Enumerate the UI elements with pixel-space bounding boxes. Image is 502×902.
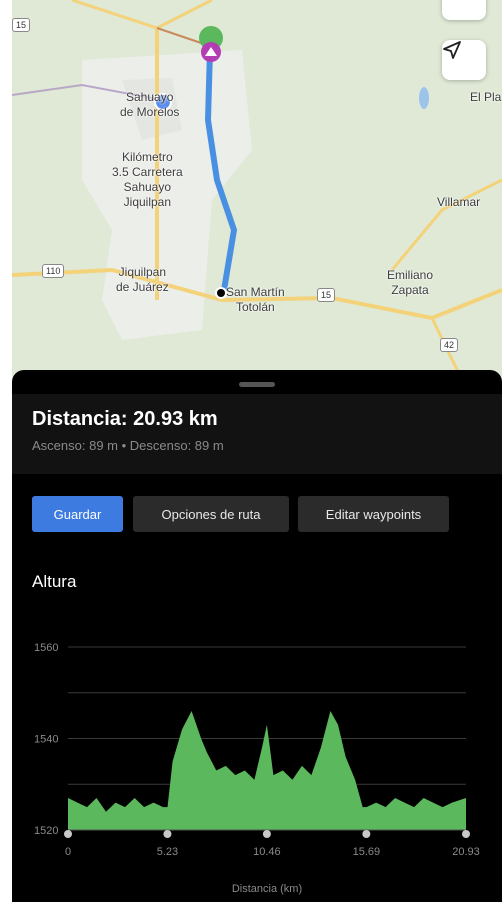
map-layers-button[interactable] bbox=[442, 0, 486, 20]
x-tick-marker bbox=[462, 830, 470, 838]
road-shield-42: 42 bbox=[440, 338, 459, 352]
lake-shape bbox=[419, 87, 429, 109]
map-background bbox=[12, 0, 502, 380]
label-sahuayo: Sahuayo de Morelos bbox=[120, 90, 180, 119]
road-shield-15b: 15 bbox=[317, 288, 336, 302]
navigation-arrow-icon bbox=[443, 41, 461, 59]
y-tick-label: 1540 bbox=[34, 734, 58, 746]
map-canvas[interactable] bbox=[12, 0, 502, 380]
x-tick-label: 15.69 bbox=[353, 846, 381, 858]
save-button[interactable]: Guardar bbox=[32, 496, 123, 532]
distance-title: Distancia: 20.93 km bbox=[32, 408, 218, 430]
locate-button[interactable] bbox=[442, 40, 486, 80]
x-tick-marker bbox=[64, 830, 72, 838]
x-tick-label: 20.93 bbox=[452, 846, 480, 858]
road-shield-110: 110 bbox=[42, 264, 65, 278]
road-shield-15: 15 bbox=[12, 18, 31, 32]
x-tick-label: 5.23 bbox=[157, 846, 178, 858]
label-kilometro: Kilómetro 3.5 Carretera Sahuayo Jiquilpa… bbox=[112, 150, 183, 209]
route-summary: Distancia: 20.93 km Ascenso: 89 m • Desc… bbox=[12, 394, 502, 474]
sheet-drag-handle[interactable] bbox=[239, 382, 275, 387]
x-tick-marker bbox=[163, 830, 172, 838]
x-tick-marker bbox=[362, 830, 371, 838]
route-sheet: Distancia: 20.93 km Ascenso: 89 m • Desc… bbox=[12, 370, 502, 902]
map-view[interactable]: Sahuayo de Morelos Kilómetro 3.5 Carrete… bbox=[12, 0, 502, 380]
label-el-pla: El Pla bbox=[470, 90, 502, 104]
x-tick-label: 10.46 bbox=[253, 846, 281, 858]
x-tick-marker bbox=[262, 830, 271, 838]
label-jiquilpan: Jiquilpan de Juárez bbox=[116, 265, 169, 294]
x-tick-label: 0 bbox=[65, 846, 71, 858]
elevation-chart[interactable]: 1560 1540 1520 0 5.23 10.46 15.69 20.93 Distanci… bbox=[12, 620, 502, 902]
x-axis-label: Distancia (km) bbox=[232, 883, 302, 895]
chart-title: Altura bbox=[32, 572, 77, 591]
y-tick-label: 1560 bbox=[34, 642, 58, 654]
y-tick-label: 1520 bbox=[34, 825, 58, 837]
label-emiliano-zapata: Emiliano Zapata bbox=[387, 268, 434, 297]
elevation-summary: Ascenso: 89 m • Descenso: 89 m bbox=[32, 438, 224, 453]
label-san-martin: San Martín Totolán bbox=[226, 285, 285, 314]
waypoint-marker[interactable] bbox=[215, 287, 227, 299]
edit-waypoints-button[interactable]: Editar waypoints bbox=[298, 496, 449, 532]
label-villamar: Villamar bbox=[437, 195, 481, 209]
route-options-button[interactable]: Opciones de ruta bbox=[133, 496, 289, 532]
elevation-area bbox=[68, 711, 466, 830]
